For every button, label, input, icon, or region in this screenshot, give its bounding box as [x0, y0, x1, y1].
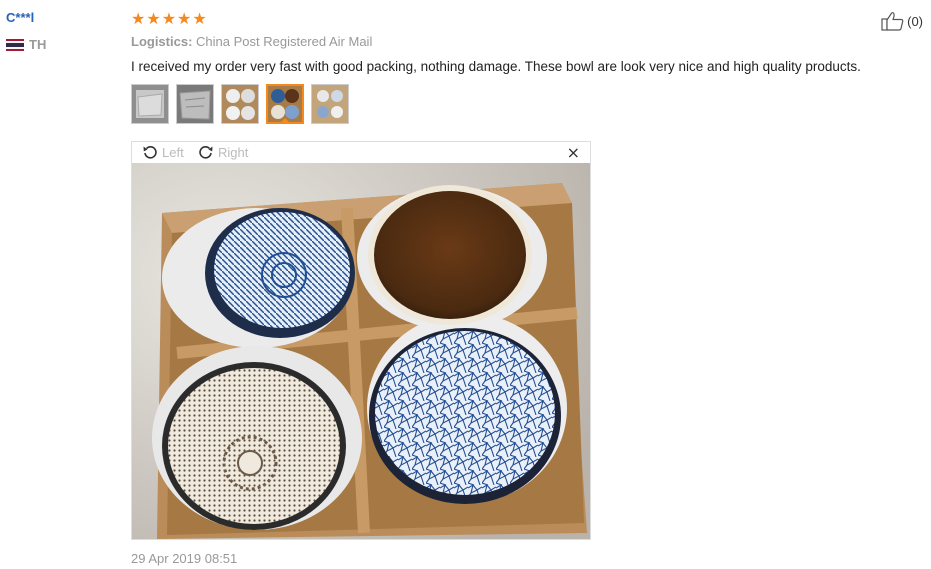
- photo-thumbnail[interactable]: [176, 84, 214, 124]
- logistics-value: China Post Registered Air Mail: [196, 34, 373, 49]
- rotate-left-label: Left: [162, 144, 184, 160]
- rotate-right-label: Right: [218, 144, 249, 160]
- photo-thumbnail[interactable]: [221, 84, 259, 124]
- viewer-toolbar: Left Right ×: [132, 142, 590, 163]
- photo-thumbnail-selected[interactable]: [266, 84, 304, 124]
- thailand-flag-icon: [6, 38, 24, 51]
- thumbs-up-icon: [881, 12, 904, 31]
- helpful-count: (0): [907, 13, 923, 29]
- reviewer-country: TH: [6, 37, 46, 52]
- close-icon[interactable]: ×: [567, 143, 580, 162]
- photo-thumbnail[interactable]: [311, 84, 349, 124]
- logistics-label: Logistics:: [131, 34, 193, 49]
- rating-stars: ★ ★ ★ ★ ★: [131, 11, 207, 27]
- star-icon: ★: [177, 9, 192, 28]
- review-text: I received my order very fast with good …: [131, 59, 861, 74]
- review-date: 29 Apr 2019 08:51: [131, 551, 238, 566]
- logistics-info: Logistics: China Post Registered Air Mai…: [131, 34, 372, 49]
- star-icon: ★: [192, 9, 207, 28]
- photo-thumbnails: [131, 84, 349, 124]
- review-photo: [132, 163, 590, 539]
- helpful-button[interactable]: (0): [881, 11, 923, 31]
- photo-thumbnail[interactable]: [131, 84, 169, 124]
- star-icon: ★: [131, 9, 146, 28]
- reviewer-name[interactable]: C***l: [6, 10, 34, 25]
- rotate-right-button[interactable]: Right: [198, 144, 248, 160]
- star-icon: ★: [146, 9, 161, 28]
- country-code: TH: [29, 37, 47, 52]
- star-icon: ★: [161, 9, 177, 28]
- rotate-left-icon: [143, 146, 157, 159]
- photo-viewer: Left Right ×: [131, 141, 591, 540]
- rotate-left-button[interactable]: Left: [142, 144, 184, 160]
- rotate-right-icon: [199, 146, 213, 159]
